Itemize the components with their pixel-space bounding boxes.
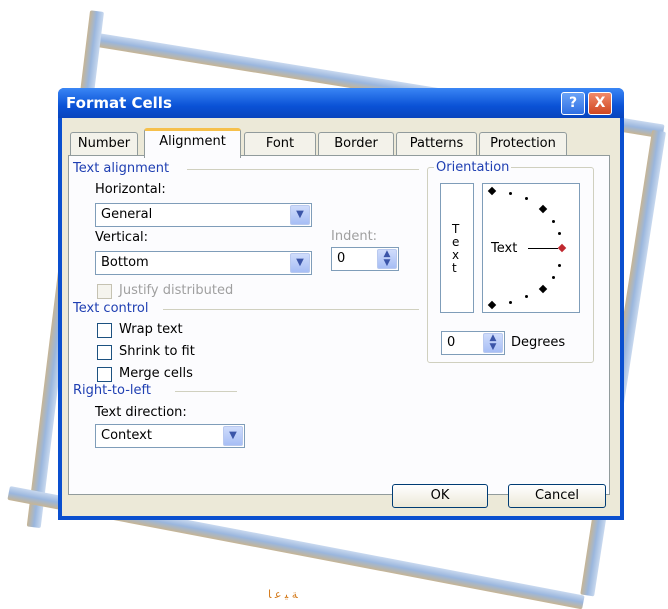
indent-label: Indent: (331, 229, 378, 244)
tab-border[interactable]: Border (318, 132, 394, 155)
chevron-down-icon[interactable]: ▼ (290, 253, 310, 273)
text-direction-value: Context (101, 428, 152, 443)
orientation-dial[interactable]: Text (482, 183, 580, 313)
shrink-to-fit-checkbox[interactable] (97, 345, 112, 360)
chevron-down-icon[interactable]: ▼ (290, 205, 310, 225)
dial-marker-bottom (487, 300, 497, 310)
vertical-letter: t (452, 261, 457, 275)
dial-dot (509, 192, 512, 195)
dial-dot (558, 264, 561, 267)
dial-dot (558, 232, 561, 235)
dial-dot (552, 276, 555, 279)
vertical-text-box[interactable]: T e x t (440, 183, 474, 313)
dial-marker-top (487, 186, 497, 196)
vertical-letter: x (452, 248, 460, 262)
group-divider (163, 309, 419, 310)
dial-current-marker (557, 243, 567, 253)
tab-alignment[interactable]: Alignment (144, 128, 241, 158)
right-to-left-group-label: Right-to-left (73, 383, 151, 398)
dial-text-label: Text (491, 241, 518, 256)
text-direction-select[interactable]: Context ▼ (95, 424, 245, 448)
group-divider (175, 391, 237, 392)
vertical-letter: e (452, 235, 460, 249)
justify-distributed-checkbox[interactable] (97, 284, 112, 299)
merge-cells-label: Merge cells (119, 366, 193, 381)
format-cells-dialog: Format Cells ? X Number Alignment Font B… (58, 88, 624, 520)
degrees-label: Degrees (511, 335, 566, 350)
wrap-text-checkbox[interactable] (97, 323, 112, 338)
cancel-button[interactable]: Cancel (508, 484, 606, 508)
tab-protection[interactable]: Protection (479, 132, 567, 155)
horizontal-value: General (101, 207, 153, 222)
vertical-label: Vertical: (95, 230, 149, 245)
vertical-value: Bottom (101, 255, 149, 270)
indent-spinner[interactable]: 0 ▲ ▼ (331, 247, 399, 271)
tab-font[interactable]: Font (244, 132, 316, 155)
vertical-select[interactable]: Bottom ▼ (95, 251, 312, 275)
merge-cells-checkbox[interactable] (97, 367, 112, 382)
horizontal-label: Horizontal: (95, 182, 166, 197)
indent-value: 0 (337, 251, 346, 266)
dial-dot (552, 220, 555, 223)
dial-marker (538, 284, 548, 294)
degrees-spinner[interactable]: 0 ▲ ▼ (441, 331, 505, 355)
help-icon[interactable]: ? (561, 92, 585, 115)
footer-text: ﺔ ﻴ ﻋ ﺎ (268, 588, 298, 601)
dial-pointer-line (528, 248, 558, 249)
text-control-group-label: Text control (73, 301, 149, 316)
orientation-group-label: Orientation (434, 160, 512, 175)
close-icon[interactable]: X (588, 92, 612, 115)
shrink-to-fit-label: Shrink to fit (119, 344, 195, 359)
ok-button[interactable]: OK (392, 484, 488, 508)
justify-distributed-label: Justify distributed (119, 283, 234, 298)
text-direction-label: Text direction: (95, 405, 187, 420)
dial-dot (525, 197, 528, 200)
dialog-title: Format Cells (66, 94, 172, 112)
wrap-text-label: Wrap text (119, 322, 183, 337)
group-divider (187, 169, 419, 170)
degrees-value: 0 (447, 335, 456, 350)
tab-number[interactable]: Number (70, 132, 138, 155)
alignment-panel: Text alignment Horizontal: General ▼ Ind… (68, 155, 610, 495)
tab-patterns[interactable]: Patterns (396, 132, 477, 155)
spinner-arrows-icon[interactable]: ▲ ▼ (377, 249, 397, 269)
dial-marker (538, 204, 548, 214)
horizontal-select[interactable]: General ▼ (95, 203, 312, 227)
vertical-letter: T (452, 222, 460, 236)
spinner-arrows-icon[interactable]: ▲ ▼ (483, 333, 503, 353)
text-alignment-group-label: Text alignment (73, 161, 170, 176)
dialog-body: Number Alignment Font Border Patterns Pr… (62, 118, 620, 516)
title-bar: Format Cells ? X (58, 88, 624, 118)
dial-dot (509, 301, 512, 304)
dial-dot (525, 295, 528, 298)
chevron-down-icon[interactable]: ▼ (223, 426, 243, 446)
